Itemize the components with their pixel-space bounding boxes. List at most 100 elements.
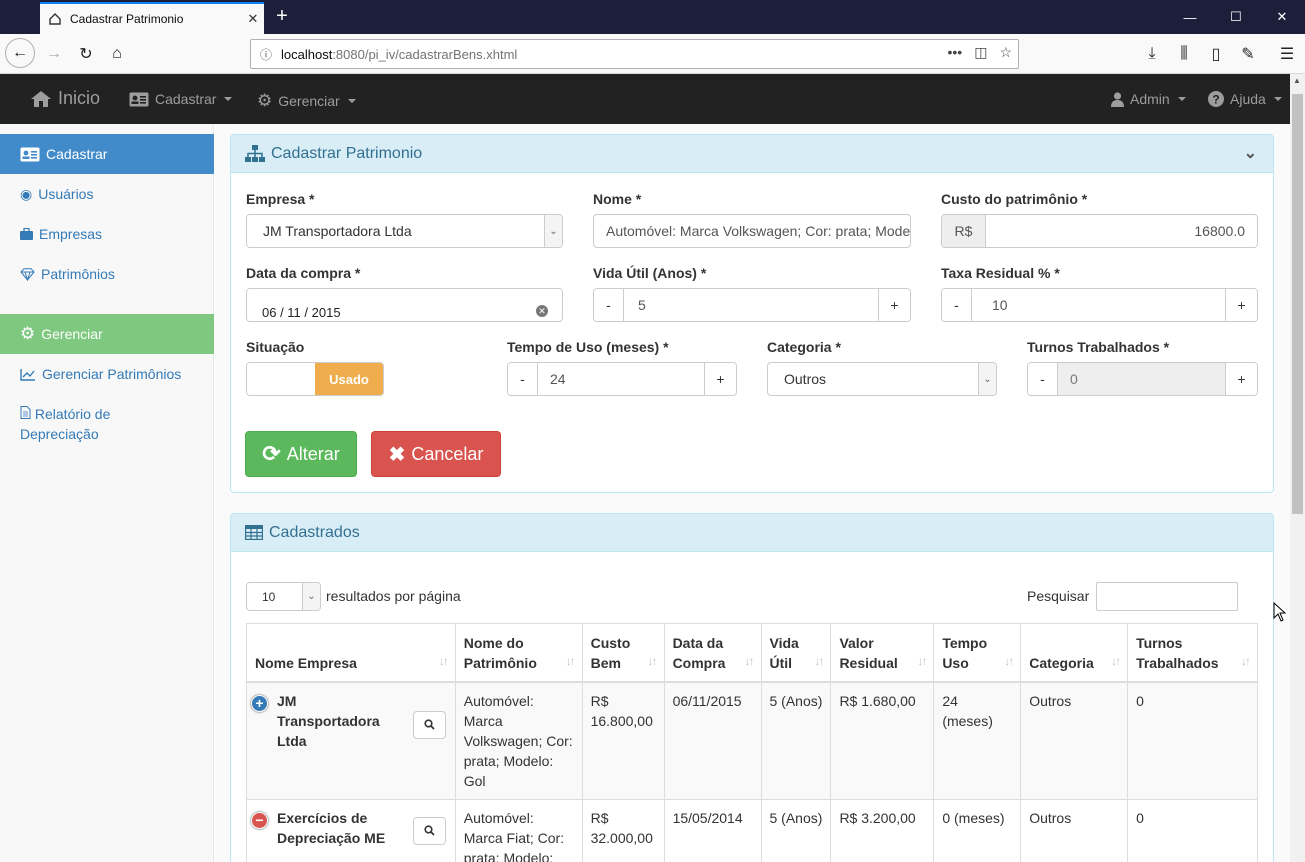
column-header[interactable]: Nome Empresa ↓↑ — [246, 623, 456, 683]
home-icon[interactable]: ⌂ — [103, 40, 131, 68]
column-header[interactable]: Custo Bem ↓↑ — [581, 623, 665, 683]
clear-date-icon[interactable]: ✕ — [536, 305, 548, 317]
sort-icon[interactable]: ↓↑ — [745, 651, 755, 671]
sidebar-item-gerenciar-patrimonios[interactable]: Gerenciar Patrimônios — [20, 364, 181, 384]
close-window-icon[interactable]: ✕ — [1259, 0, 1305, 34]
chevron-down-icon[interactable]: ⌄ — [302, 583, 320, 610]
maximize-icon[interactable]: ☐ — [1213, 0, 1259, 34]
chevron-down-icon[interactable]: ⌄ — [1244, 143, 1257, 163]
page-scrollbar[interactable]: ▲ — [1290, 74, 1305, 862]
close-tab-icon[interactable]: ✕ — [242, 11, 264, 27]
vida-label: Vida Útil (Anos) * — [593, 265, 707, 281]
sort-icon[interactable]: ↓↑ — [1241, 651, 1251, 671]
forward-icon[interactable]: → — [40, 40, 68, 68]
form-panel-title: Cadastrar Patrimonio — [271, 144, 423, 162]
sidebar-item-usuarios[interactable]: ◉ Usuários — [20, 184, 93, 204]
taxa-label: Taxa Residual % * — [941, 265, 1060, 281]
view-details-button[interactable] — [412, 816, 446, 845]
column-header[interactable]: Categoria ↓↑ — [1020, 623, 1129, 683]
extension-icon[interactable]: ✎ — [1234, 40, 1262, 68]
menu-icon[interactable]: ☰ — [1273, 40, 1301, 68]
turnos-decrement-button[interactable]: - — [1028, 363, 1058, 395]
sidebar-header-cadastrar-label: Cadastrar — [46, 146, 108, 162]
taxa-increment-button[interactable]: + — [1225, 289, 1257, 321]
new-tab-icon[interactable]: + — [272, 5, 292, 27]
empresa-select[interactable]: JM Transportadora Ltda ⌄ — [246, 214, 563, 248]
menu-ajuda[interactable]: ? Ajuda — [1208, 91, 1282, 107]
sort-icon[interactable]: ↓↑ — [1004, 651, 1014, 671]
menu-gerenciar[interactable]: ⚙ Gerenciar — [257, 91, 356, 111]
page-actions-icon[interactable]: ••• — [947, 44, 962, 61]
cancelar-button[interactable]: ✖ Cancelar — [371, 431, 501, 477]
data-compra-input[interactable]: 06 / 11 / 2015 ✕ — [246, 288, 563, 322]
menu-admin[interactable]: Admin — [1111, 91, 1186, 107]
search-input[interactable] — [1096, 582, 1238, 611]
sort-icon[interactable]: ↓↑ — [566, 651, 576, 671]
cell-categoria: Outros — [1020, 798, 1129, 862]
turnos-increment-button[interactable]: + — [1225, 363, 1257, 395]
back-icon[interactable]: ← — [5, 38, 35, 68]
vida-increment-button[interactable]: + — [878, 289, 910, 321]
collapse-row-icon[interactable]: − — [251, 811, 268, 829]
sidebar-item-patrimonios[interactable]: Patrimônios — [20, 264, 115, 284]
minimize-icon[interactable]: — — [1167, 0, 1213, 34]
sort-icon[interactable]: ↓↑ — [648, 651, 658, 671]
tempo-spinner[interactable]: - 24 + — [507, 362, 737, 396]
tempo-increment-button[interactable]: + — [704, 363, 736, 395]
vida-value[interactable]: 5 — [624, 297, 878, 313]
table-row[interactable]: + JM Transportadora Ltda Automóvel: Marc… — [246, 681, 1258, 800]
sidebar-header-gerenciar[interactable]: ⚙ Gerenciar — [0, 314, 214, 354]
sidebar-item-empresas[interactable]: Empresas — [20, 224, 102, 244]
situacao-toggle[interactable]: Usado — [246, 362, 384, 396]
chevron-down-icon[interactable]: ⌄ — [978, 363, 996, 395]
view-details-button[interactable] — [412, 710, 446, 739]
vida-decrement-button[interactable]: - — [594, 289, 624, 321]
reload-icon[interactable]: ↻ — [72, 40, 100, 68]
bookmark-star-icon[interactable]: ☆ — [999, 44, 1012, 61]
sort-icon[interactable]: ↓↑ — [439, 651, 449, 671]
form-panel-heading[interactable]: Cadastrar Patrimonio ⌄ — [231, 135, 1273, 173]
brand-link[interactable]: Inicio — [30, 88, 100, 109]
pocket-icon[interactable]: ◫ — [974, 44, 987, 61]
url-bar[interactable]: ⓘ localhost:8080/pi_iv/cadastrarBens.xht… — [250, 39, 1019, 69]
custo-label: Custo do patrimônio * — [941, 191, 1088, 207]
taxa-decrement-button[interactable]: - — [942, 289, 972, 321]
sidebar-header-gerenciar-label: Gerenciar — [41, 326, 103, 342]
turnos-spinner[interactable]: - 0 + — [1027, 362, 1258, 396]
browser-tab[interactable]: Cadastrar Patrimonio ✕ — [40, 2, 264, 34]
taxa-spinner[interactable]: - 10 + — [941, 288, 1258, 322]
categoria-select[interactable]: Outros ⌄ — [767, 362, 997, 396]
menu-gerenciar-label: Gerenciar — [278, 93, 340, 109]
sort-icon[interactable]: ↓↑ — [1111, 651, 1121, 671]
scrollbar-thumb[interactable] — [1292, 94, 1303, 514]
tempo-decrement-button[interactable]: - — [508, 363, 538, 395]
column-header[interactable]: Tempo Uso ↓↑ — [933, 623, 1022, 683]
caret-down-icon — [347, 99, 356, 103]
site-info-icon[interactable]: ⓘ — [251, 46, 281, 63]
downloads-icon[interactable]: ⤓ — [1138, 40, 1166, 68]
sidebar-header-cadastrar[interactable]: Cadastrar — [0, 134, 214, 174]
column-header[interactable]: Vida Útil ↓↑ — [760, 623, 832, 683]
table-row[interactable]: − Exercícios de Depreciação ME Automóvel… — [246, 798, 1258, 862]
sort-icon[interactable]: ↓↑ — [917, 651, 927, 671]
sidebar-toggle-icon[interactable]: ▯ — [1202, 40, 1230, 68]
column-header[interactable]: Data da Compra ↓↑ — [663, 623, 762, 683]
tempo-value[interactable]: 24 — [538, 371, 704, 387]
custo-input[interactable]: R$ 16800.0 — [941, 214, 1258, 248]
sort-icon[interactable]: ↓↑ — [814, 651, 824, 671]
sidebar-item-relatorio[interactable]: Relatório de Depreciação — [20, 404, 110, 444]
taxa-value[interactable]: 10 — [972, 297, 1225, 313]
scroll-up-icon[interactable]: ▲ — [1293, 76, 1301, 85]
column-header[interactable]: Valor Residual ↓↑ — [830, 623, 935, 683]
column-header[interactable]: Nome do Patrimônio ↓↑ — [454, 623, 583, 683]
alterar-button[interactable]: ⟳ Alterar — [245, 431, 357, 477]
column-header[interactable]: Turnos Trabalhados ↓↑ — [1127, 623, 1258, 683]
menu-cadastrar[interactable]: Cadastrar — [129, 91, 233, 107]
library-icon[interactable]: ⫼ — [1170, 40, 1198, 68]
vida-spinner[interactable]: - 5 + — [593, 288, 911, 322]
nome-input[interactable]: Automóvel: Marca Volkswagen; Cor: prata;… — [593, 214, 911, 248]
chevron-down-icon[interactable]: ⌄ — [544, 215, 562, 247]
page-size-label: resultados por página — [326, 588, 461, 604]
page-size-select[interactable]: 10 ⌄ — [246, 582, 321, 611]
expand-row-icon[interactable]: + — [251, 694, 268, 712]
